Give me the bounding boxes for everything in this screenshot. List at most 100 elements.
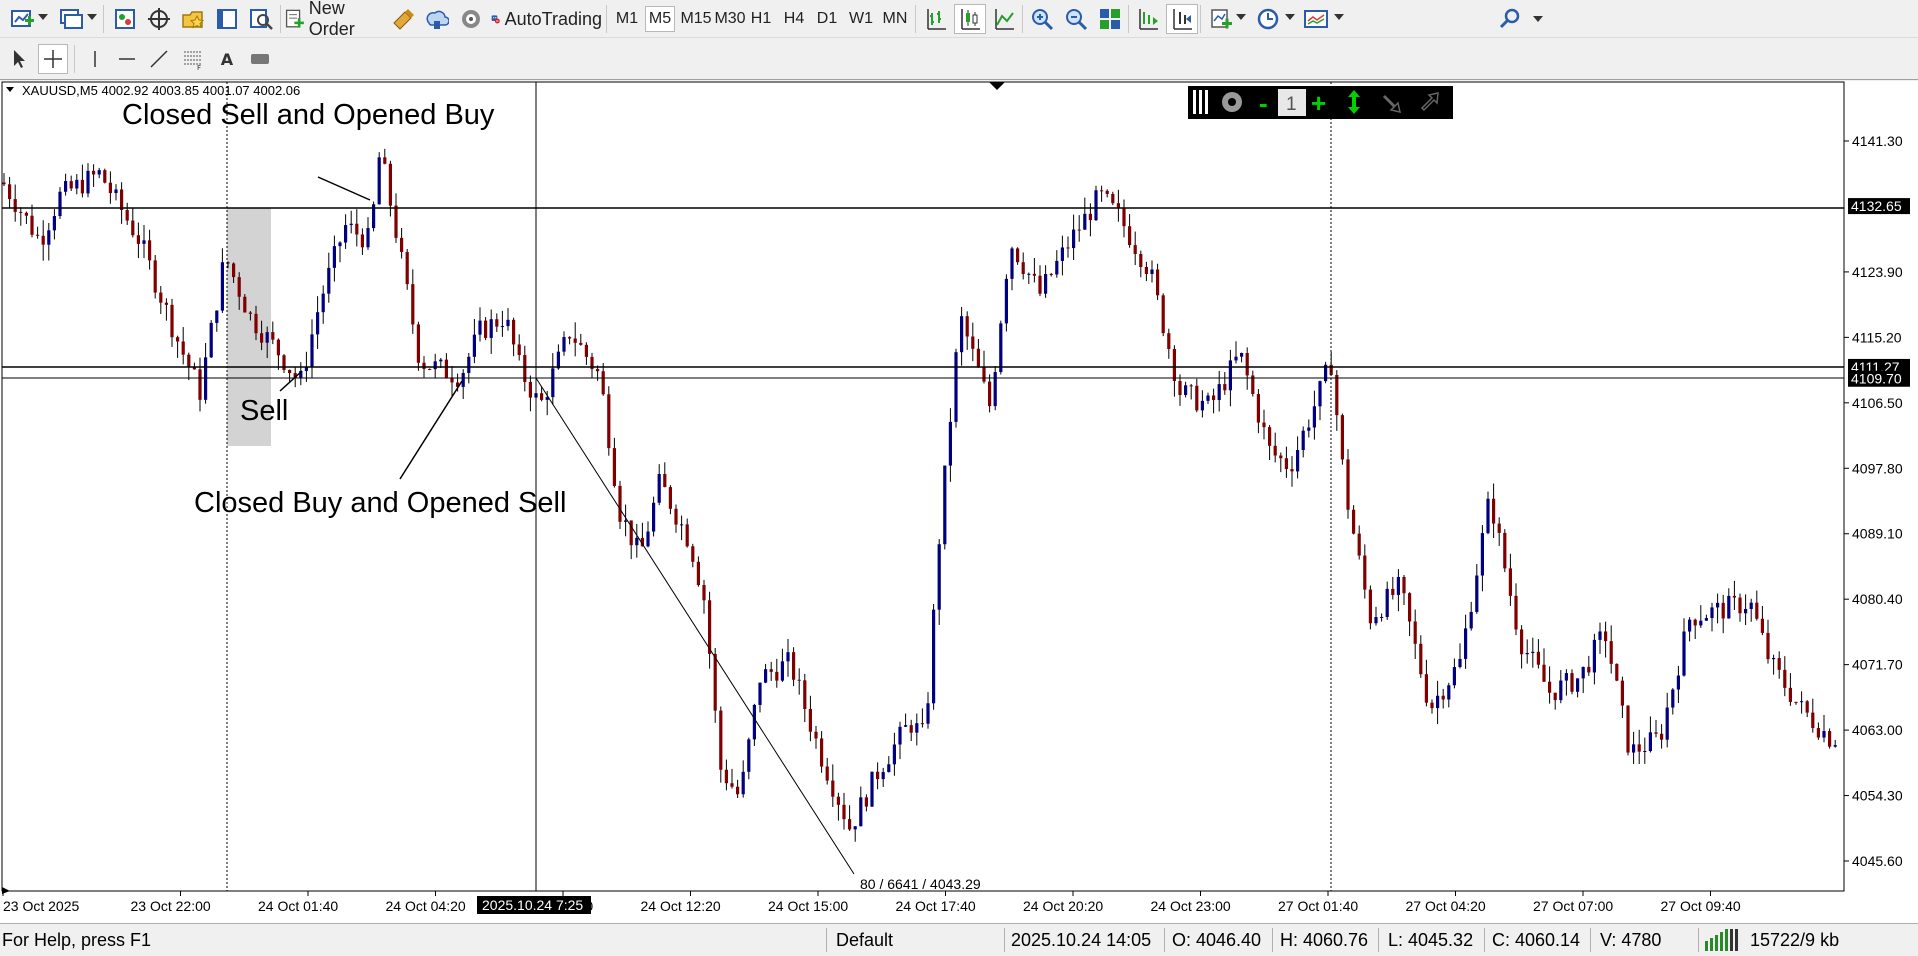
candle-body	[1340, 415, 1344, 460]
candle-body	[1744, 609, 1748, 614]
candle-body	[108, 182, 112, 194]
text-tool-icon[interactable]: A	[212, 44, 242, 74]
candle-body	[1436, 695, 1440, 709]
status-help: For Help, press F1	[2, 930, 152, 950]
candle-body	[1654, 732, 1658, 734]
settings-menu-icon[interactable]	[1528, 4, 1548, 34]
new-order-button[interactable]: New Order	[284, 0, 384, 39]
lot-decrease-button[interactable]: -	[1259, 88, 1268, 118]
cursor-icon[interactable]	[4, 44, 34, 74]
time-label: 24 Oct 20:20	[1023, 898, 1103, 914]
horizontal-line-icon[interactable]	[112, 44, 142, 74]
candle-body	[377, 157, 381, 205]
candle-body	[215, 310, 219, 323]
candle-body	[1626, 705, 1630, 753]
signals-icon[interactable]	[420, 4, 454, 34]
candle-body	[954, 352, 958, 422]
candle-body	[461, 372, 465, 387]
candle-body	[288, 369, 292, 374]
timeframe-h1[interactable]: H1	[746, 6, 776, 32]
candle-body	[696, 561, 700, 586]
candle-body	[864, 797, 868, 807]
candle-body	[1598, 631, 1602, 640]
navigator-icon[interactable]	[176, 4, 210, 34]
chart-shift-icon[interactable]	[1132, 4, 1164, 34]
chevron-down-icon[interactable]	[1285, 14, 1295, 20]
candle-body	[36, 234, 40, 236]
indicators-icon[interactable]	[1204, 4, 1238, 34]
candle-body	[512, 319, 516, 345]
line-chart-icon[interactable]	[988, 4, 1020, 34]
candle-body	[1240, 353, 1244, 357]
vertical-line-icon[interactable]	[80, 44, 110, 74]
chevron-down-icon[interactable]	[87, 14, 97, 20]
candlestick-icon[interactable]	[954, 4, 986, 34]
candle-body	[114, 189, 118, 194]
strategy-tester-icon[interactable]	[244, 4, 278, 34]
one-click-panel[interactable]: - 1 +	[1188, 86, 1453, 119]
fibonacci-icon[interactable]: F	[178, 44, 208, 74]
timeframe-d1[interactable]: D1	[812, 6, 842, 32]
candle-body	[775, 671, 779, 681]
status-low: L: 4045.32	[1388, 930, 1474, 950]
new-chart-icon[interactable]	[6, 4, 40, 34]
price-chart[interactable]: XAUUSD,M5 4002.92 4003.85 4001.07 4002.0…	[0, 81, 1918, 923]
status-profile[interactable]: Default	[836, 930, 893, 951]
zoom-out-icon[interactable]	[1060, 4, 1092, 34]
candle-body	[204, 357, 208, 400]
candle-body	[1816, 728, 1820, 738]
metaeditor-icon[interactable]	[386, 4, 420, 34]
candle-body	[405, 251, 409, 285]
candle-body	[1766, 632, 1770, 660]
chart-canvas[interactable]: XAUUSD,M5 4002.92 4003.85 4001.07 4002.0…	[0, 81, 1918, 923]
candle-body	[131, 220, 135, 236]
price-axis[interactable]: 4141.30 4123.90 4115.20 4106.50 4097.80 4089.…	[1844, 133, 1910, 869]
terminal-icon[interactable]	[210, 4, 244, 34]
chevron-down-icon[interactable]	[1334, 14, 1344, 20]
candle-body	[1335, 374, 1339, 416]
timeframe-m30[interactable]: M30	[712, 6, 748, 32]
annotation-closed-buy-opened-sell[interactable]: Closed Buy and Opened Sell	[194, 487, 566, 519]
chevron-down-icon[interactable]	[38, 14, 48, 20]
profiles-icon[interactable]	[54, 4, 88, 34]
annotation-sell[interactable]: Sell	[240, 395, 288, 427]
timeframe-m15[interactable]: M15	[678, 6, 714, 32]
candle-body	[713, 653, 717, 711]
crosshair-tool-icon[interactable]	[38, 44, 68, 74]
chevron-down-icon[interactable]	[1236, 14, 1246, 20]
annotation-closed-sell-opened-buy[interactable]: Closed Sell and Opened Buy	[122, 99, 495, 131]
market-icon[interactable]	[454, 4, 488, 34]
periods-icon[interactable]	[1252, 4, 1284, 34]
zoom-in-icon[interactable]	[1026, 4, 1058, 34]
data-window-icon[interactable]	[142, 4, 176, 34]
lot-value[interactable]: 1	[1286, 94, 1297, 115]
connection-bars-icon[interactable]	[1705, 929, 1743, 956]
auto-scroll-icon[interactable]	[1166, 4, 1198, 34]
timeframe-mn[interactable]: MN	[879, 6, 911, 32]
search-icon[interactable]	[1494, 4, 1526, 34]
candle-body	[1648, 732, 1652, 751]
market-watch-icon[interactable]	[108, 4, 142, 34]
candle-body	[646, 531, 650, 547]
trendline-icon[interactable]	[144, 44, 174, 74]
candle-body	[243, 296, 247, 313]
timeframe-w1[interactable]: W1	[846, 6, 876, 32]
candle-body	[1077, 229, 1081, 231]
candle-body	[607, 394, 611, 449]
candle-body	[848, 819, 852, 830]
text-label-icon[interactable]	[244, 44, 276, 74]
candle-body	[232, 263, 236, 278]
timeframe-h4[interactable]: H4	[779, 6, 809, 32]
candle-body	[489, 319, 493, 338]
autotrading-button[interactable]: AutoTrading	[490, 4, 602, 34]
candle-body	[52, 216, 56, 231]
lot-increase-button[interactable]: +	[1311, 88, 1326, 118]
candle-body	[142, 240, 146, 244]
timeframe-m5[interactable]: M5	[645, 6, 675, 32]
price-label: 4115.20	[1852, 329, 1902, 345]
bar-chart-icon[interactable]	[920, 4, 952, 34]
templates-icon[interactable]	[1300, 4, 1332, 34]
tile-windows-icon[interactable]	[1094, 4, 1126, 34]
time-axis[interactable]: 23 Oct 2025 23 Oct 22:00 24 Oct 01:40 24 Oc…	[2, 891, 1741, 914]
timeframe-m1[interactable]: M1	[612, 6, 642, 32]
